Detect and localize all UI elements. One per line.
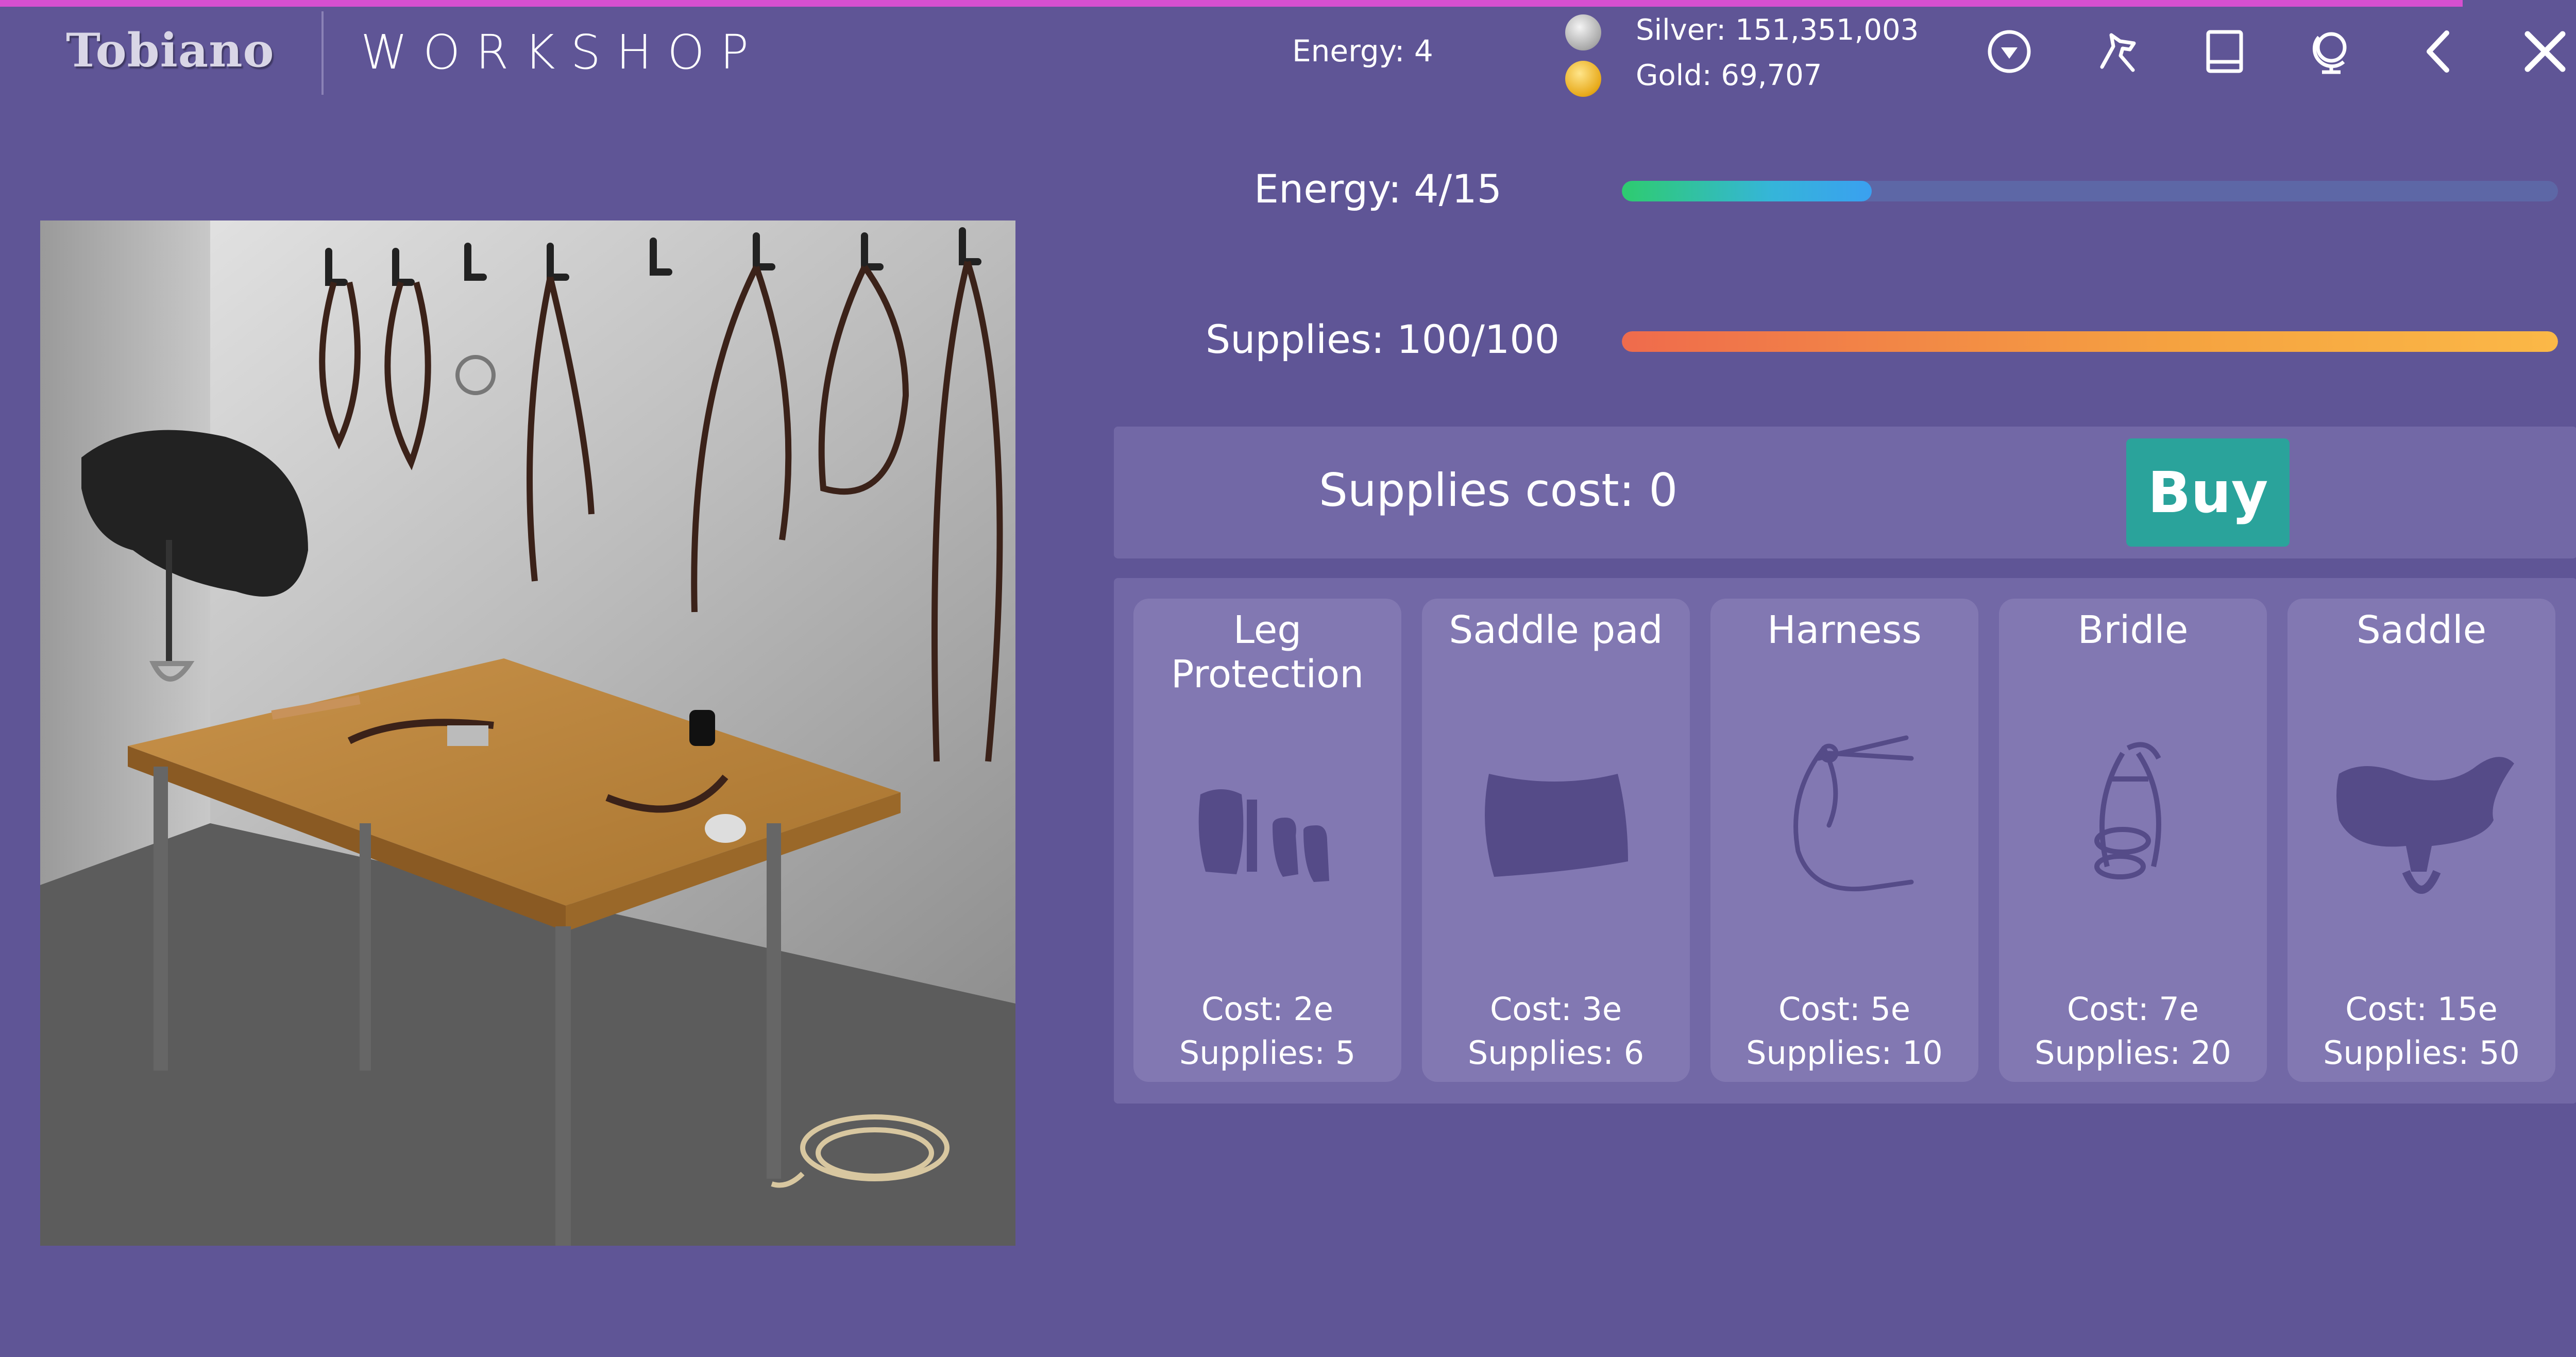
- energy-bar: [1622, 181, 2558, 201]
- item-title: Harness: [1767, 608, 1922, 652]
- energy-label: Energy: 4/15: [1254, 166, 1502, 212]
- item-title: Leg Protection: [1171, 608, 1364, 697]
- tobiano-logo: Tobiano: [66, 23, 275, 78]
- item-supplies: Supplies: 50: [2323, 1034, 2520, 1072]
- silver-amount: Silver: 151,351,003: [1636, 13, 1919, 47]
- supplies-cost-label: Supplies cost: 0: [1319, 464, 1678, 517]
- item-supplies: Supplies: 10: [1746, 1034, 1943, 1072]
- item-cost: Cost: 5e: [1778, 990, 1911, 1028]
- book-icon[interactable]: [2194, 21, 2256, 82]
- item-title: Bridle: [2077, 608, 2189, 652]
- bridle-icon: [2030, 717, 2236, 923]
- gold-coin-icon: [1565, 61, 1601, 97]
- header-divider: [321, 11, 324, 95]
- item-cost: Cost: 3e: [1489, 990, 1622, 1028]
- item-supplies: Supplies: 20: [2035, 1034, 2231, 1072]
- page-title: WORKSHOP: [361, 25, 765, 80]
- top-accent-line: [0, 0, 2463, 7]
- item-card-harness[interactable]: Harness Cost: 5e Supplies: 10: [1710, 599, 1978, 1082]
- supplies-bar: [1622, 331, 2558, 352]
- dropdown-circle-icon[interactable]: [1978, 21, 2040, 82]
- supplies-label: Supplies: 100/100: [1206, 316, 1560, 362]
- gold-amount: Gold: 69,707: [1636, 59, 1822, 92]
- energy-bar-fill: [1622, 181, 1872, 201]
- leg-protection-icon: [1164, 717, 1370, 923]
- item-card-saddle-pad[interactable]: Saddle pad Cost: 3e Supplies: 6: [1422, 599, 1690, 1082]
- item-card-leg-protection[interactable]: Leg Protection Cost: 2e Supplies: 5: [1133, 599, 1401, 1082]
- harness-icon: [1741, 717, 1947, 923]
- globe-icon[interactable]: [2300, 21, 2362, 82]
- item-cost: Cost: 15e: [2345, 990, 2498, 1028]
- silver-coin-icon: [1565, 14, 1601, 50]
- item-card-bridle[interactable]: Bridle Cost: 7e Supplies: 20: [1999, 599, 2267, 1082]
- item-supplies: Supplies: 5: [1179, 1034, 1356, 1072]
- back-chevron-icon[interactable]: [2409, 21, 2470, 82]
- workshop-scene-image: [40, 220, 1015, 1246]
- horse-icon[interactable]: [2087, 21, 2148, 82]
- item-card-saddle[interactable]: Saddle Cost: 15e Supplies: 50: [2287, 599, 2555, 1082]
- header-energy: Energy: 4: [1292, 33, 1433, 69]
- item-cost: Cost: 2e: [1201, 990, 1334, 1028]
- close-icon[interactable]: [2514, 21, 2576, 82]
- saddle-pad-icon: [1453, 717, 1659, 923]
- buy-button[interactable]: Buy: [2126, 438, 2290, 547]
- supplies-bar-fill: [1622, 331, 2558, 352]
- item-cost: Cost: 7e: [2066, 990, 2199, 1028]
- saddle-icon: [2318, 717, 2524, 923]
- item-title: Saddle pad: [1449, 608, 1663, 652]
- item-title: Saddle: [2356, 608, 2487, 652]
- item-supplies: Supplies: 6: [1467, 1034, 1645, 1072]
